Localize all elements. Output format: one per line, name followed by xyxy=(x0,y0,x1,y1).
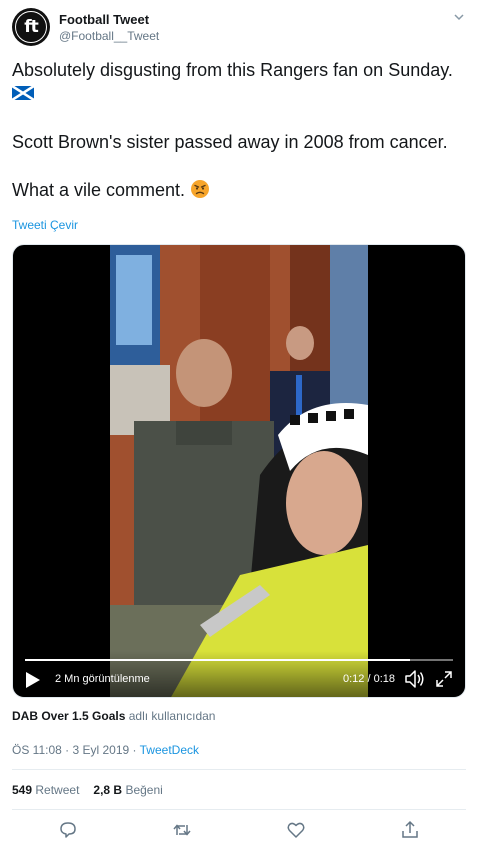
video-player[interactable]: 2 Mn görüntülenme 0:12 / 0:18 xyxy=(12,244,466,698)
retweets-stat[interactable]: 549 Retweet xyxy=(12,783,79,797)
reply-icon[interactable] xyxy=(58,820,78,840)
angry-face-icon xyxy=(191,180,210,199)
tweet-body: Absolutely disgusting from this Rangers … xyxy=(12,58,468,202)
translate-tweet-link[interactable]: Tweeti Çevir xyxy=(12,218,78,232)
video-frame xyxy=(110,245,368,697)
retweet-icon[interactable] xyxy=(172,820,192,840)
tweet-line: Absolutely disgusting from this Rangers … xyxy=(12,60,453,80)
avatar-logo-text: ft xyxy=(24,17,38,37)
video-progress-bar[interactable] xyxy=(25,659,453,661)
display-name[interactable]: Football Tweet xyxy=(59,12,149,27)
view-count: 2 Mn görüntülenme xyxy=(55,673,150,685)
media-attribution: DAB Over 1.5 Goals adlı kullanıcıdan xyxy=(12,709,215,723)
video-controls: 2 Mn görüntülenme 0:12 / 0:18 xyxy=(13,651,465,697)
tweet-stats: 549 Retweet 2,8 B Beğeni xyxy=(12,783,163,797)
tweet-line: Scott Brown's sister passed away in 2008… xyxy=(12,132,448,152)
tweet-source[interactable]: TweetDeck xyxy=(140,743,199,757)
likes-stat[interactable]: 2,8 B Beğeni xyxy=(93,783,162,797)
avatar[interactable]: ft xyxy=(12,8,50,46)
attribution-suffix: adlı kullanıcıdan xyxy=(128,709,216,723)
share-icon[interactable] xyxy=(400,820,420,840)
fullscreen-icon[interactable] xyxy=(435,670,453,688)
attribution-user[interactable]: DAB Over 1.5 Goals xyxy=(12,709,125,723)
video-progress-fill xyxy=(25,659,411,661)
user-handle[interactable]: @Football__Tweet xyxy=(59,29,159,43)
tweet-line xyxy=(12,82,468,106)
chevron-down-icon[interactable] xyxy=(452,10,466,24)
tweet-header: ft Football Tweet @Football__Tweet xyxy=(12,8,466,48)
video-time: 0:12 / 0:18 xyxy=(343,673,395,685)
divider xyxy=(12,769,466,770)
tweet-actions xyxy=(0,820,478,840)
volume-icon[interactable] xyxy=(405,670,425,688)
tweet-timestamp[interactable]: ÖS 11:08 · 3 Eyl 2019 · xyxy=(12,743,137,757)
divider xyxy=(12,809,466,810)
like-icon[interactable] xyxy=(286,820,306,840)
play-icon[interactable] xyxy=(25,671,41,689)
scotland-flag-icon xyxy=(12,86,34,101)
tweet-line: What a vile comment. xyxy=(12,178,468,202)
tweet-meta: ÖS 11:08 · 3 Eyl 2019 · TweetDeck xyxy=(12,743,199,757)
